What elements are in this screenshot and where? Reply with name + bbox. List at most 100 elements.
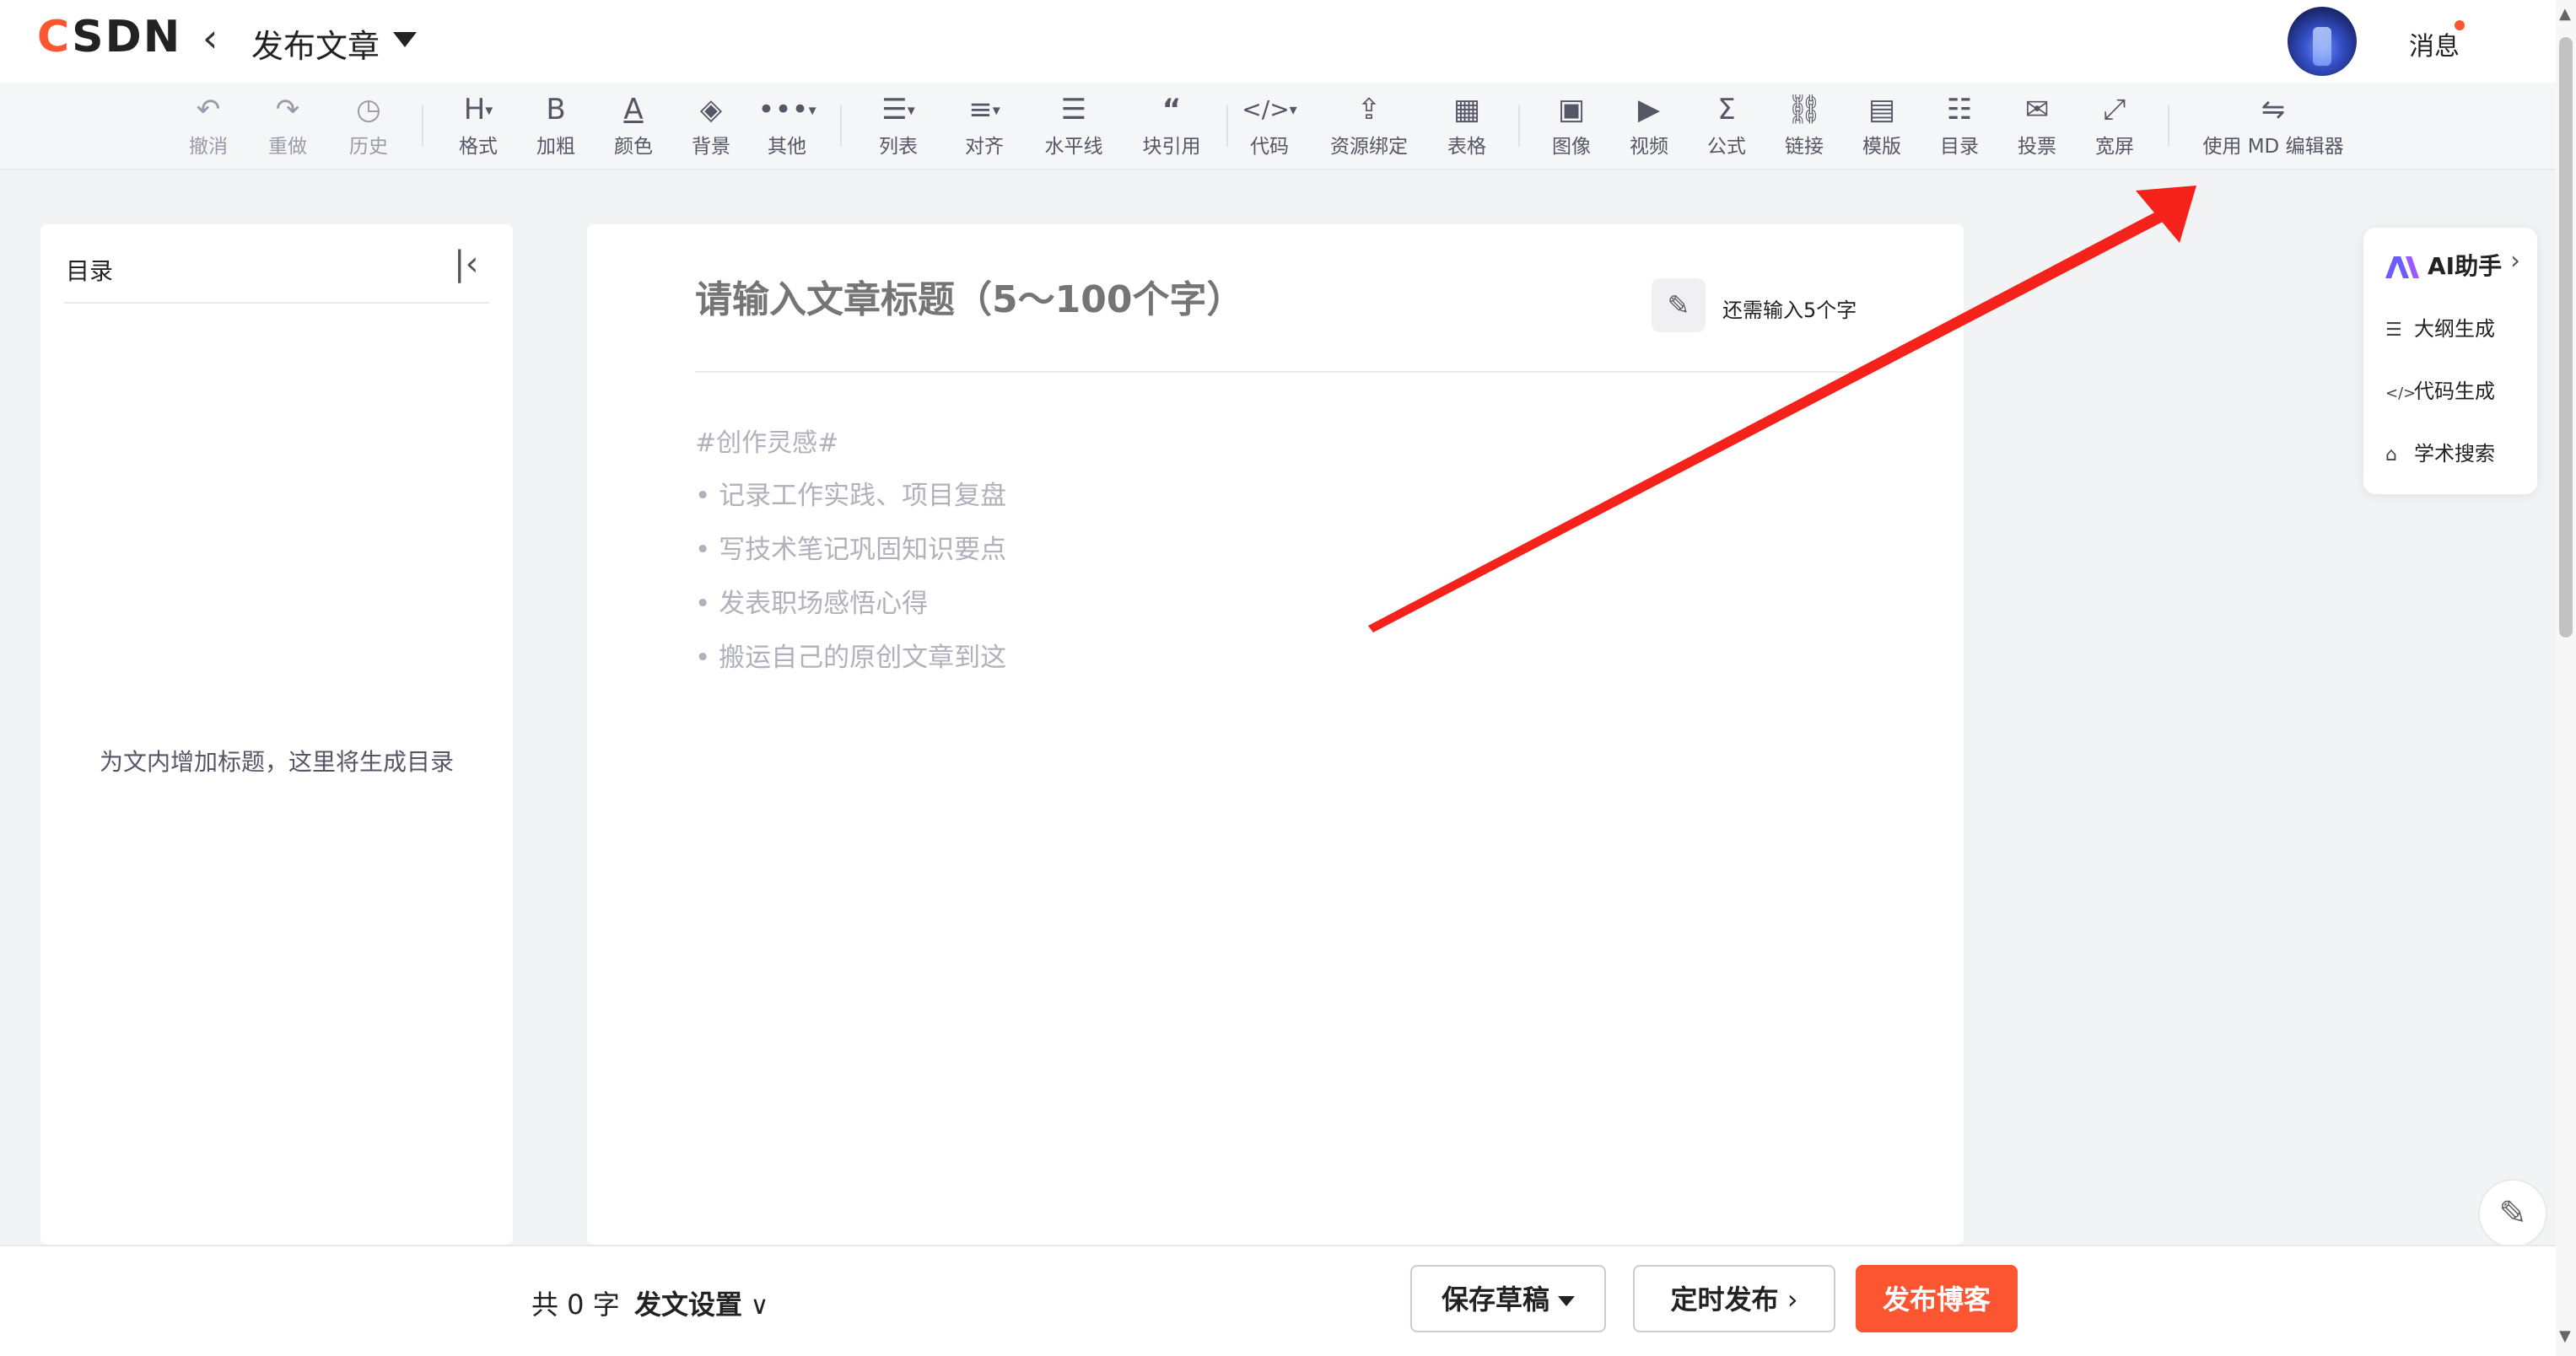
video-button[interactable]: ▶ 视频 [1611, 91, 1687, 162]
word-count: 共 0 字 [531, 1289, 620, 1321]
toc-empty-text: 为文内增加标题，这里将生成目录 [99, 748, 454, 776]
inspiration-item: • 搬运自己的原创文章到这 [695, 643, 1007, 673]
undo-button[interactable]: ↶ 撤消 [170, 91, 246, 162]
code-icon: </> [2385, 385, 2417, 402]
list-button[interactable]: ☰▾ 列表 [860, 91, 936, 162]
vote-button[interactable]: ✉ 投票 [1999, 91, 2075, 162]
inspiration-item: • 记录工作实践、项目复盘 [695, 481, 1007, 511]
quote-icon: “ [1161, 93, 1182, 126]
caret-down-icon [1558, 1296, 1575, 1306]
toolbar-divider [2168, 105, 2169, 147]
chevron-right-icon[interactable]: › [2510, 246, 2520, 276]
toolbar-divider [1518, 105, 1520, 147]
vote-icon: ✉ [2024, 93, 2050, 126]
history-icon: ◷ [356, 93, 381, 126]
bold-button[interactable]: B 加粗 [518, 91, 594, 162]
resource-bind-button[interactable]: ⇪ 资源绑定 [1329, 91, 1409, 162]
magic-wand-icon[interactable]: ✎ [1652, 278, 1706, 332]
editor-toolbar: ↶ 撤消 ↷ 重做 ◷ 历史 H▾ 格式 B 加粗 A 颜色 ◈ 背景 •••▾ 其他 ☰▾ 列表… [0, 83, 2556, 170]
code-button[interactable]: </>▾ 代码 [1231, 91, 1307, 162]
publish-settings-button[interactable]: 发文设置 ∨ [634, 1283, 769, 1322]
table-icon: ▦ [1452, 93, 1481, 126]
ai-assistant-title[interactable]: AI助手 [2384, 248, 2502, 282]
scheduled-publish-button[interactable]: 定时发布 › [1633, 1265, 1835, 1332]
collapse-icon[interactable]: |‹ [454, 245, 478, 283]
scroll-down-icon[interactable]: ▼ [2559, 1327, 2571, 1345]
formula-button[interactable]: Σ 公式 [1689, 91, 1765, 162]
link-button[interactable]: ⛓ 链接 [1766, 91, 1842, 162]
title-divider [695, 371, 1859, 373]
redo-icon: ↷ [275, 93, 300, 126]
quote-button[interactable]: “块引用 [1134, 91, 1210, 162]
horizontal-line-icon: ☰ [1060, 93, 1087, 126]
sigma-icon: Σ [1717, 93, 1736, 126]
upload-box-icon: ⇪ [1356, 93, 1382, 126]
csdn-logo[interactable]: CSDN [37, 12, 181, 62]
video-icon: ▶ [1637, 93, 1661, 126]
chevron-right-icon: › [1778, 1283, 1798, 1316]
editor-panel[interactable]: ✎ 还需输入5个字 #创作灵感# • 记录工作实践、项目复盘 • 写技术笔记巩固… [587, 224, 1964, 1245]
bold-icon: B [546, 93, 566, 126]
notification-dot [2455, 20, 2465, 30]
history-button[interactable]: ◷ 历史 [331, 91, 407, 162]
ai-outline-item[interactable]: ☰ 大纲生成 [2385, 312, 2495, 342]
publish-button[interactable]: 发布博客 [1856, 1265, 2018, 1332]
format-button[interactable]: H▾ 格式 [440, 91, 516, 162]
scroll-up-icon[interactable]: ▲ [2559, 5, 2571, 23]
color-button[interactable]: A 颜色 [595, 91, 671, 162]
widescreen-button[interactable]: ⤢ 宽屏 [2077, 91, 2153, 162]
background-button[interactable]: ◈ 背景 [673, 91, 749, 162]
inspiration-item: • 写技术笔记巩固知识要点 [695, 535, 1007, 565]
inspiration-tag: #创作灵感# [695, 428, 839, 458]
page-title[interactable]: 发布文章 [251, 20, 380, 67]
undo-icon: ↶ [196, 93, 221, 126]
toolbar-divider [1226, 105, 1228, 147]
messages-link[interactable]: 消息 [2409, 25, 2460, 62]
toc-panel: 目录 |‹ 为文内增加标题，这里将生成目录 [40, 224, 513, 1245]
avatar[interactable] [2288, 7, 2357, 76]
chevron-down-icon: ∨ [742, 1291, 769, 1321]
ai-academic-item[interactable]: ⌂ 学术搜索 [2385, 437, 2495, 466]
table-button[interactable]: ▦ 表格 [1429, 91, 1505, 162]
template-icon: ▤ [1867, 93, 1896, 126]
inspiration-item: • 发表职场感悟心得 [695, 589, 929, 619]
ai-code-item[interactable]: </>代码生成 [2385, 374, 2495, 404]
scroll-thumb[interactable] [2559, 37, 2573, 638]
paint-bucket-icon: ◈ [699, 93, 723, 126]
save-draft-button[interactable]: 保存草稿 [1410, 1265, 1606, 1332]
toc-button[interactable]: ☷ 目录 [1921, 91, 1997, 162]
chevron-left-icon[interactable]: ‹ [202, 15, 218, 61]
image-icon: ▣ [1557, 93, 1586, 126]
ai-assistant-panel: AI助手 › ☰ 大纲生成 </>代码生成 ⌂ 学术搜索 [2363, 228, 2537, 494]
title-input[interactable] [695, 278, 1623, 321]
graduation-cap-icon: ⌂ [2385, 444, 2397, 465]
top-header: CSDN ‹ 发布文章 消息 [0, 0, 2556, 83]
heading-icon: H▾ [463, 93, 493, 126]
feedback-icon[interactable]: ✎ [2478, 1179, 2547, 1248]
toolbar-divider [422, 105, 423, 147]
toc-divider [64, 302, 489, 304]
template-button[interactable]: ▤ 模版 [1844, 91, 1920, 162]
list-icon: ☰ [2385, 320, 2402, 341]
char-hint: 还需输入5个字 [1722, 299, 1857, 322]
link-icon: ⛓ [1786, 93, 1823, 126]
image-button[interactable]: ▣ 图像 [1533, 91, 1609, 162]
more-icon: •••▾ [757, 93, 816, 126]
font-color-icon: A [623, 93, 644, 126]
toc-title: 目录 [66, 257, 114, 285]
switch-icon: ⇋ [2261, 93, 2286, 126]
other-button[interactable]: •••▾ 其他 [749, 91, 825, 162]
toc-icon: ☷ [1946, 93, 1973, 126]
code-icon: </>▾ [1242, 95, 1297, 123]
toolbar-divider [840, 105, 842, 147]
md-editor-button[interactable]: ⇋ 使用 MD 编辑器 [2193, 91, 2353, 162]
redo-button[interactable]: ↷ 重做 [250, 91, 326, 162]
annotation-arrow-head [2136, 186, 2196, 243]
align-button[interactable]: ≡▾ 对齐 [946, 91, 1022, 162]
footer-bar: 共 0 字 发文设置 ∨ 保存草稿 定时发布 › 发布博客 [0, 1245, 2556, 1356]
align-icon: ≡▾ [968, 93, 1000, 126]
horizontal-line-button[interactable]: ☰ 水平线 [1036, 91, 1112, 162]
list-icon: ☰▾ [881, 93, 915, 126]
caret-down-icon[interactable] [393, 32, 417, 47]
expand-icon: ⤢ [2103, 93, 2126, 126]
